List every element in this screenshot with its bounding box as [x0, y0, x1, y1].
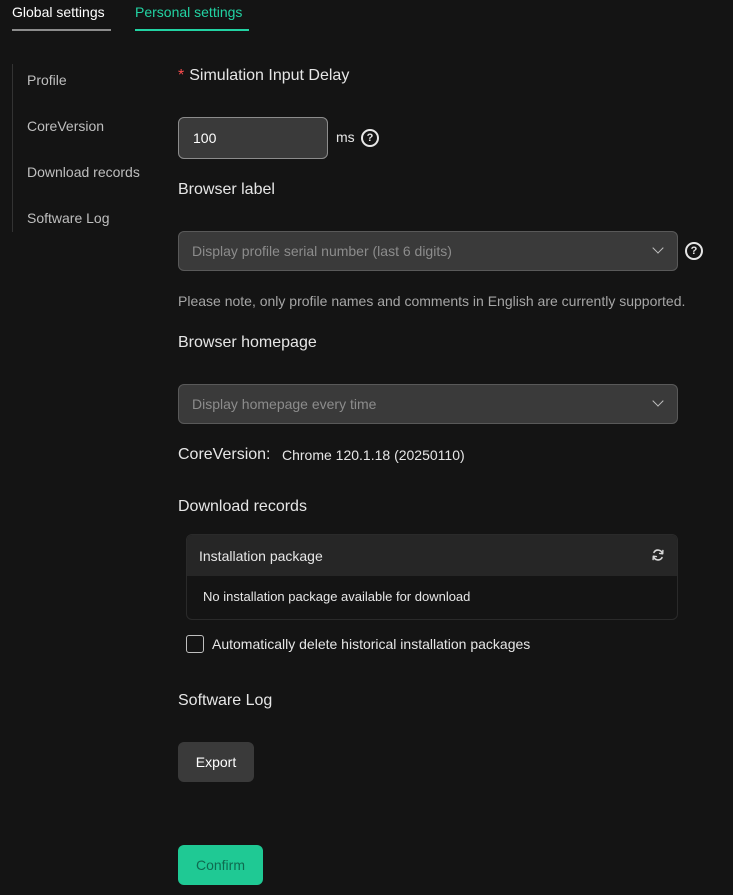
simulation-delay-title: * Simulation Input Delay	[178, 67, 349, 85]
table-empty-message: No installation package available for do…	[203, 589, 471, 604]
simulation-delay-label: Simulation Input Delay	[189, 67, 350, 84]
browser-label-title: Browser label	[178, 181, 275, 198]
help-icon[interactable]: ?	[685, 242, 703, 260]
download-records-title: Download records	[178, 498, 307, 515]
browser-label-select[interactable]: Display profile serial number (last 6 di…	[178, 231, 678, 271]
tab-active-indicator	[135, 29, 249, 31]
help-icon[interactable]: ?	[361, 129, 379, 147]
settings-sidebar: Profile CoreVersion Download records Sof…	[12, 64, 153, 232]
settings-page: Global settings Personal settings Profil…	[0, 0, 733, 895]
auto-delete-checkbox[interactable]	[186, 635, 204, 653]
core-version-label: CoreVersion:	[178, 446, 271, 463]
browser-homepage-select[interactable]: Display homepage every time	[178, 384, 678, 424]
installation-package-table: Installation package No installation pac…	[186, 534, 678, 620]
browser-homepage-title: Browser homepage	[178, 334, 317, 351]
sidebar-item-software-log[interactable]: Software Log	[27, 210, 110, 226]
tab-global-underline	[12, 29, 111, 31]
simulation-delay-input[interactable]	[178, 117, 328, 159]
refresh-icon[interactable]	[651, 548, 665, 562]
sidebar-item-download-records[interactable]: Download records	[27, 164, 140, 180]
english-only-note: Please note, only profile names and comm…	[178, 293, 686, 309]
sidebar-item-profile[interactable]: Profile	[27, 72, 67, 88]
browser-homepage-selected-value: Display homepage every time	[192, 396, 377, 412]
software-log-title: Software Log	[178, 692, 273, 709]
delay-unit: ms	[336, 129, 355, 145]
chevron-down-icon	[652, 395, 664, 407]
table-header-installation-package: Installation package	[199, 548, 323, 564]
sidebar-item-coreversion[interactable]: CoreVersion	[27, 118, 104, 134]
chevron-down-icon	[652, 242, 664, 254]
tab-global-settings[interactable]: Global settings	[12, 3, 105, 21]
core-version-value: Chrome 120.1.18 (20250110)	[282, 447, 465, 463]
tab-personal-settings[interactable]: Personal settings	[135, 3, 242, 21]
auto-delete-label[interactable]: Automatically delete historical installa…	[212, 636, 530, 652]
confirm-button[interactable]: Confirm	[178, 845, 263, 885]
export-button[interactable]: Export	[178, 742, 254, 782]
browser-label-selected-value: Display profile serial number (last 6 di…	[192, 243, 452, 259]
required-mark: *	[178, 67, 185, 84]
table-header: Installation package	[187, 535, 677, 576]
